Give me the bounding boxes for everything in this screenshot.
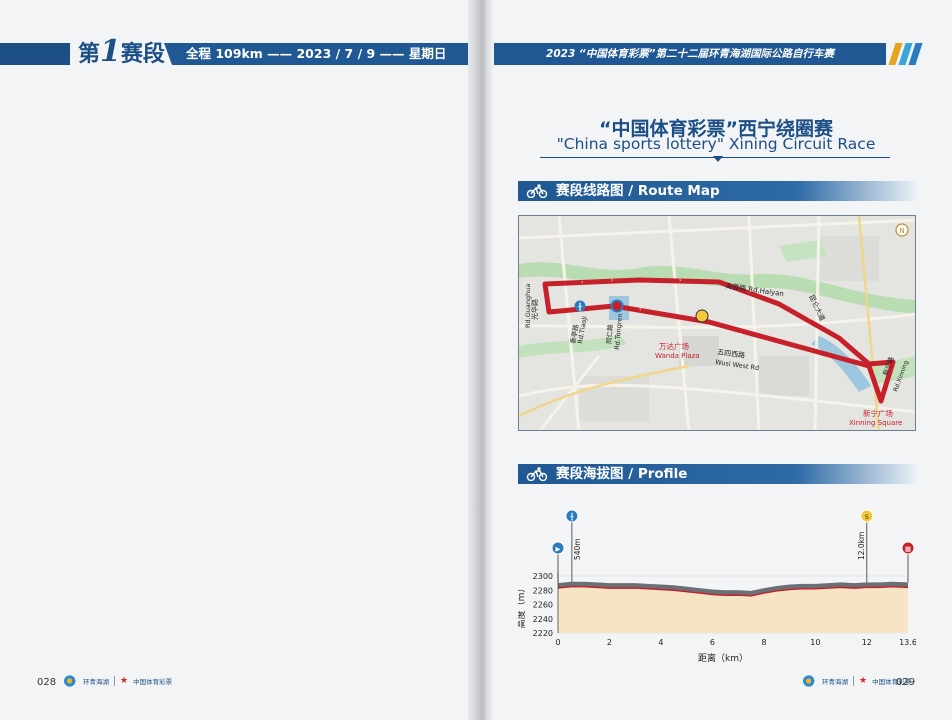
svg-text:›: › <box>581 279 583 286</box>
stage-info-bar: 全程 109km —— 2023 / 7 / 9 —— 星期日 <box>164 43 468 65</box>
x-tick-label: 4 <box>658 638 663 647</box>
cyclist-icon <box>526 467 548 481</box>
svg-text:‹: ‹ <box>639 306 641 313</box>
route-map: › › › › › ‹ ‹ ‹ ╫ 光华路 Rd.Guanghua 海晏路 Rd.Haiy… <box>518 215 916 431</box>
race-title-en: "China sports lottery" Xining Circuit Ra… <box>556 135 876 153</box>
stage-number: 1 <box>100 34 121 69</box>
profile-section-bar: 赛段海拔图 / Profile <box>518 464 916 484</box>
left-footer-logos: 环青海湖 ★ 中国体育彩票 <box>64 675 172 687</box>
svg-text:›: › <box>679 277 681 284</box>
lottery-star-icon: ★ <box>859 676 868 686</box>
y-tick-label: 2260 <box>533 601 553 610</box>
x-tick-label: 12 <box>862 638 872 647</box>
left-page-number: 028 <box>37 677 57 688</box>
left-page <box>0 0 474 720</box>
svg-text:‹: ‹ <box>819 354 821 361</box>
label-wanda-en: Wanda Plaza <box>655 352 700 360</box>
x-tick-label: 0 <box>555 638 560 647</box>
elevation-chart: 高度（m） 距离（km） 2220 2240 2260 2280 2300 0 2 4 6 8 10… <box>515 509 917 664</box>
start-marker-glyph: ▶ <box>556 545 561 553</box>
feed-zone-marker-glyph: ╫ <box>569 512 574 521</box>
stage-suffix: 赛段 <box>120 41 165 67</box>
svg-text:‹: ‹ <box>739 331 741 338</box>
label-wanda-cn: 万达广场 <box>659 341 689 351</box>
stage-title: 第1赛段 <box>78 34 165 69</box>
x-tick-label: 13.6 <box>899 638 916 647</box>
x-tick-label: 2 <box>607 638 612 647</box>
right-page-number: 029 <box>896 677 916 688</box>
lottery-star-icon: ★ <box>120 676 129 686</box>
label-xinning-cn: 新宁广场 <box>863 408 893 418</box>
svg-text:高度（m）: 高度（m） <box>518 584 527 629</box>
svg-text:╫: ╫ <box>577 302 583 311</box>
y-tick-label: 2240 <box>533 615 553 624</box>
cyclist-icon <box>526 184 548 198</box>
annotation-feed-altitude: 540m <box>573 538 582 560</box>
sprint-marker-glyph: S <box>865 513 869 521</box>
annotation-sprint-distance: 12.0km <box>857 532 866 560</box>
elevation-profile: 高度（m） 距离（km） 2220 2240 2260 2280 2300 0 2 4 6 8 10… <box>515 500 917 670</box>
event-logo-text: 环青海湖 <box>83 678 109 686</box>
finish-marker-glyph: ▦ <box>905 545 911 553</box>
x-tick-label: 6 <box>710 638 715 647</box>
y-tick-label: 2280 <box>533 586 553 595</box>
profile-section-label: 赛段海拔图 / Profile <box>556 466 688 482</box>
route-map-section-label: 赛段线路图 / Route Map <box>556 183 720 199</box>
label-guanghua-en: Rd.Guanghua <box>524 284 532 328</box>
svg-text:›: › <box>809 315 811 322</box>
start-finish-icon <box>610 299 624 313</box>
header-accent-block <box>0 43 70 65</box>
label-xinning-en: Xinning Square <box>849 419 902 427</box>
sprint-icon <box>695 309 709 323</box>
y-tick-label: 2220 <box>533 629 553 638</box>
route-map-canvas: › › › ››‹ ‹‹ ╫ 光华路 Rd.Guanghua 海晏路 Rd.Haiy… <box>519 216 915 430</box>
svg-text:›: › <box>611 277 613 284</box>
stage-prefix: 第 <box>78 41 101 67</box>
event-header-bar: 2023 “中国体育彩票”第二十二届环青海湖国际公路自行车赛 <box>494 43 886 65</box>
right-footer-logos: 环青海湖 ★ 中国体育彩票 <box>803 675 911 687</box>
event-logo-icon <box>64 675 78 687</box>
event-logo-text: 环青海湖 <box>822 678 848 686</box>
profile-ylabel: 高度（m） <box>515 584 527 629</box>
sponsor-logo-text: 中国体育彩票 <box>133 678 173 686</box>
logo-divider <box>853 676 854 686</box>
label-north: N <box>899 227 904 235</box>
x-tick-label: 10 <box>810 638 820 647</box>
book-gutter <box>468 0 494 720</box>
logo-divider <box>114 676 115 686</box>
event-logo-icon <box>803 675 817 687</box>
x-tick-label: 8 <box>761 638 766 647</box>
route-map-section-bar: 赛段线路图 / Route Map <box>518 181 916 201</box>
title-pointer <box>713 156 723 162</box>
profile-xlabel: 距离（km） <box>698 652 748 664</box>
y-tick-label: 2300 <box>533 572 553 581</box>
